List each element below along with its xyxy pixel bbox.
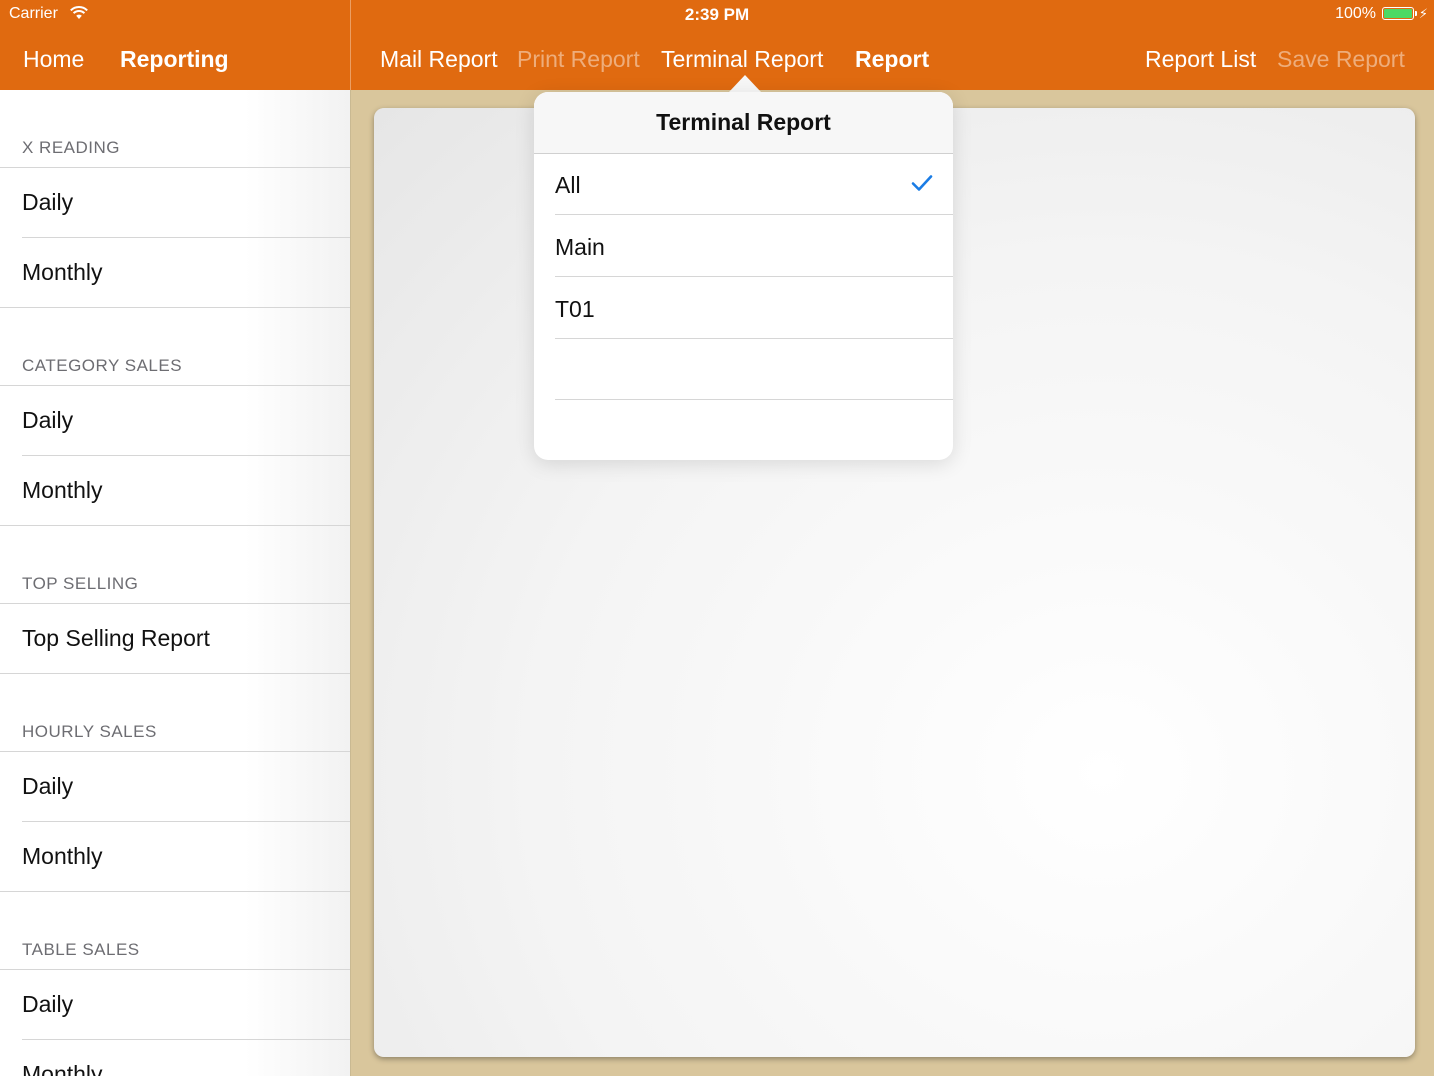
save-report-button[interactable]: Save Report	[1277, 45, 1405, 73]
sidebar-item-top-selling-report[interactable]: Top Selling Report	[0, 604, 350, 673]
terminal-report-popover: Terminal Report All Main T01	[534, 92, 953, 460]
popover-arrow	[729, 75, 761, 92]
popover-title: Terminal Report	[656, 109, 831, 135]
sidebar-item-label: Daily	[22, 189, 74, 215]
option-label: Main	[555, 234, 605, 260]
separator	[555, 276, 953, 277]
empty-row	[534, 401, 953, 460]
sidebar-item-x-reading-monthly[interactable]: Monthly	[0, 238, 350, 307]
separator	[0, 673, 350, 674]
separator	[555, 338, 953, 339]
separator	[0, 525, 350, 526]
section-header-table-sales: TABLE SALES	[22, 940, 140, 959]
sidebar-item-table-daily[interactable]: Daily	[0, 970, 350, 1039]
sidebar-item-label: Daily	[22, 407, 74, 433]
sidebar-item-label: Daily	[22, 773, 74, 799]
report-title: Report	[855, 46, 930, 72]
sidebar-item-label: Daily	[22, 991, 74, 1017]
battery-percent: 100%	[1335, 5, 1376, 22]
battery-icon	[1382, 7, 1417, 20]
empty-row	[534, 340, 953, 402]
mail-report-button[interactable]: Mail Report	[380, 45, 498, 73]
terminal-option-all[interactable]: All	[534, 154, 953, 216]
print-report-button[interactable]: Print Report	[517, 45, 640, 73]
sidebar-item-label: Monthly	[22, 477, 103, 503]
sidebar-item-hourly-daily[interactable]: Daily	[0, 752, 350, 821]
section-header-hourly-sales: HOURLY SALES	[22, 722, 157, 741]
checkmark-icon	[911, 175, 933, 191]
top-bar: Carrier 2:39 PM 100% ⚡ Home Reporting Ma…	[0, 0, 1434, 90]
report-list-button[interactable]: Report List	[1145, 45, 1256, 73]
status-bar: Carrier 2:39 PM 100% ⚡	[0, 0, 1434, 28]
home-button[interactable]: Home	[23, 45, 84, 73]
terminal-option-t01[interactable]: T01	[534, 278, 953, 340]
sidebar-item-hourly-monthly[interactable]: Monthly	[0, 822, 350, 891]
sidebar-item-label: Monthly	[22, 1061, 103, 1076]
option-label: T01	[555, 296, 595, 322]
sidebar-item-label: Monthly	[22, 843, 103, 869]
sidebar: X READING Daily Monthly CATEGORY SALES D…	[0, 90, 351, 1076]
terminal-report-button[interactable]: Terminal Report	[661, 45, 823, 73]
split-divider	[350, 0, 351, 90]
sidebar-item-label: Monthly	[22, 259, 103, 285]
charging-icon: ⚡	[1418, 6, 1428, 21]
separator	[0, 891, 350, 892]
status-time: 2:39 PM	[684, 5, 750, 24]
option-label: All	[555, 172, 581, 198]
sidebar-item-x-reading-daily[interactable]: Daily	[0, 168, 350, 237]
sidebar-item-label: Top Selling Report	[22, 625, 210, 651]
terminal-option-main[interactable]: Main	[534, 216, 953, 278]
reporting-title: Reporting	[120, 46, 229, 72]
separator	[555, 399, 953, 400]
sidebar-item-table-monthly[interactable]: Monthly	[0, 1040, 350, 1076]
section-header-category-sales: CATEGORY SALES	[22, 356, 183, 375]
section-header-x-reading: X READING	[22, 138, 121, 157]
separator	[0, 307, 350, 308]
sidebar-item-category-monthly[interactable]: Monthly	[0, 456, 350, 525]
popover-header: Terminal Report	[534, 92, 953, 154]
separator	[555, 214, 953, 215]
sidebar-item-category-daily[interactable]: Daily	[0, 386, 350, 455]
section-header-top-selling: TOP SELLING	[22, 574, 139, 593]
